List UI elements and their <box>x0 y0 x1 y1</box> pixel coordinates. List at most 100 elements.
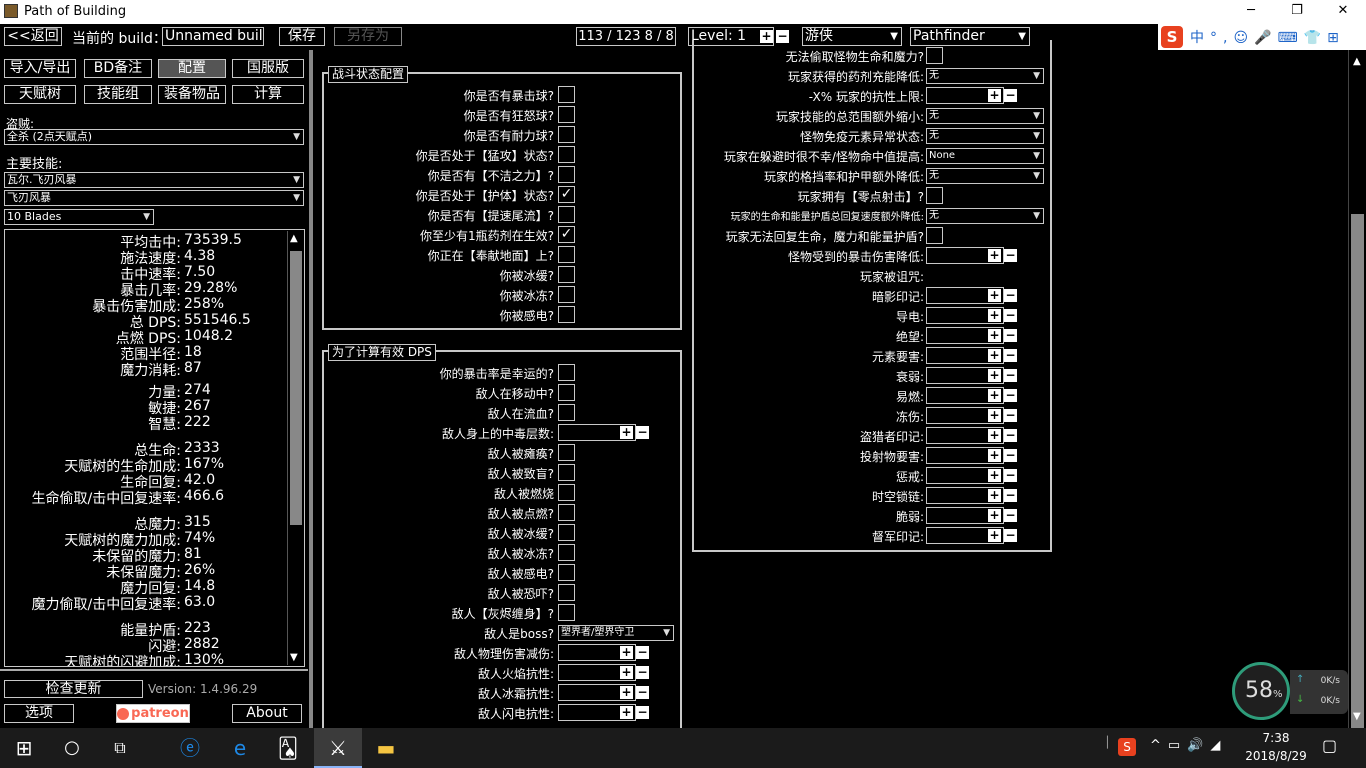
minus-button[interactable]: − <box>636 426 649 439</box>
scroll-thumb[interactable] <box>290 251 302 525</box>
dps-option-checkbox[interactable] <box>558 564 575 581</box>
memory-gauge[interactable]: 58% <box>1232 662 1290 720</box>
plus-button[interactable]: + <box>988 469 1001 482</box>
minus-button[interactable]: − <box>636 666 649 679</box>
options-button[interactable]: 选项 <box>4 704 74 723</box>
plus-button[interactable]: + <box>988 349 1001 362</box>
minus-button[interactable]: − <box>1004 449 1017 462</box>
plus-button[interactable]: + <box>988 409 1001 422</box>
clock-date[interactable]: 2018/8/29 <box>1244 749 1308 763</box>
enemy-option-dropdown[interactable]: 无 ▼ <box>926 108 1044 124</box>
plus-button[interactable]: + <box>988 489 1001 502</box>
file-explorer-icon[interactable]: ▬ <box>362 728 410 768</box>
minus-button[interactable]: − <box>636 706 649 719</box>
plus-button[interactable]: + <box>988 509 1001 522</box>
windows-start-icon[interactable]: ⊞ <box>0 728 48 768</box>
main-scrollbar[interactable]: ▲ ▼ <box>1348 50 1366 728</box>
ime-lang-icon[interactable]: 中 <box>1190 30 1210 46</box>
scroll-up-icon[interactable]: ▲ <box>290 233 298 244</box>
task-view-icon[interactable]: ⧉ <box>96 728 144 768</box>
enemy-option-checkbox[interactable] <box>926 47 943 64</box>
enemy-option-dropdown[interactable]: 无 ▼ <box>926 128 1044 144</box>
dps-option-checkbox[interactable] <box>558 584 575 601</box>
plus-button[interactable]: + <box>620 686 633 699</box>
plus-button[interactable]: + <box>620 426 633 439</box>
ime-voice-icon[interactable]: 🎤 <box>1254 30 1277 46</box>
save-button[interactable]: 保存 <box>279 27 325 46</box>
ie-browser-icon[interactable]: ⓔ <box>166 728 214 768</box>
combat-option-checkbox[interactable] <box>558 166 575 183</box>
close-button[interactable]: ✕ <box>1320 0 1366 24</box>
minus-button[interactable]: − <box>1004 489 1017 502</box>
cards-game-icon[interactable]: 🂡 <box>264 728 312 768</box>
combat-option-checkbox[interactable]: ✓ <box>558 226 575 243</box>
tab-6[interactable]: 装备物品 <box>158 85 226 104</box>
ime-keyboard-icon[interactable]: ⌨ <box>1278 30 1304 46</box>
notification-icon[interactable]: ▢ <box>1322 736 1337 755</box>
dps-option-checkbox[interactable] <box>558 364 575 381</box>
dps-option-checkbox[interactable] <box>558 544 575 561</box>
sub-skill-dropdown[interactable]: 飞刃风暴 ▼ <box>4 190 304 206</box>
minus-button[interactable]: − <box>1004 309 1017 322</box>
tab-7[interactable]: 计算 <box>232 85 304 104</box>
enemy-option-dropdown[interactable]: 无 ▼ <box>926 168 1044 184</box>
combat-option-checkbox[interactable] <box>558 266 575 283</box>
clock-time[interactable]: 7:38 <box>1244 731 1308 745</box>
edge-browser-icon[interactable]: e <box>216 728 264 768</box>
ime-skin-icon[interactable]: 👕 <box>1304 30 1327 46</box>
minus-button[interactable]: − <box>1004 409 1017 422</box>
dps-option-checkbox[interactable] <box>558 464 575 481</box>
minus-button[interactable]: − <box>1004 89 1017 102</box>
ime-menu-icon[interactable]: ⊞ <box>1327 30 1345 46</box>
plus-button[interactable]: + <box>988 429 1001 442</box>
minus-button[interactable]: − <box>636 686 649 699</box>
dps-option-checkbox[interactable] <box>558 384 575 401</box>
about-button[interactable]: About <box>232 704 302 723</box>
plus-button[interactable]: + <box>988 329 1001 342</box>
check-update-button[interactable]: 检查更新 <box>4 680 143 698</box>
combat-option-checkbox[interactable] <box>558 286 575 303</box>
plus-button[interactable]: + <box>620 646 633 659</box>
tab-3[interactable]: 国服版 <box>232 59 304 78</box>
combat-option-checkbox[interactable] <box>558 206 575 223</box>
patreon-button[interactable]: patreon <box>116 704 190 723</box>
minus-button[interactable]: − <box>1004 389 1017 402</box>
build-name-input[interactable]: Unnamed build <box>162 27 264 46</box>
ime-punct-icon[interactable]: °, <box>1210 30 1233 46</box>
tab-2[interactable]: 配置 <box>158 59 226 78</box>
sogou-icon[interactable]: S <box>1161 26 1183 48</box>
dps-option-checkbox[interactable] <box>558 404 575 421</box>
tab-0[interactable]: 导入/导出 <box>4 59 76 78</box>
minus-button[interactable]: − <box>1004 509 1017 522</box>
minus-button[interactable]: − <box>636 646 649 659</box>
scroll-down-icon[interactable]: ▼ <box>290 652 298 663</box>
plus-button[interactable]: + <box>988 529 1001 542</box>
plus-button[interactable]: + <box>988 249 1001 262</box>
plus-button[interactable]: + <box>620 706 633 719</box>
main-scroll-thumb[interactable] <box>1351 214 1364 728</box>
enemy-option-dropdown[interactable]: 无 ▼ <box>926 208 1044 224</box>
minus-button[interactable]: − <box>1004 369 1017 382</box>
skill-part-dropdown[interactable]: 10 Blades ▼ <box>4 209 154 225</box>
combat-option-checkbox[interactable] <box>558 106 575 123</box>
dps-option-checkbox[interactable] <box>558 604 575 621</box>
combat-option-checkbox[interactable]: ✓ <box>558 186 575 203</box>
combat-option-checkbox[interactable] <box>558 306 575 323</box>
minus-button[interactable]: − <box>1004 469 1017 482</box>
scroll-up-icon[interactable]: ▲ <box>1353 56 1361 67</box>
enemy-option-dropdown[interactable]: None ▼ <box>926 148 1044 164</box>
plus-button[interactable]: + <box>620 666 633 679</box>
boss-dropdown[interactable]: 塑界者/塑界守卫 ▼ <box>558 625 674 641</box>
enemy-option-checkbox[interactable] <box>926 227 943 244</box>
plus-button[interactable]: + <box>988 369 1001 382</box>
maximize-button[interactable]: ❐ <box>1274 0 1320 24</box>
plus-button[interactable]: + <box>988 289 1001 302</box>
sogou-tray-icon[interactable]: S <box>1118 738 1136 756</box>
enemy-option-dropdown[interactable]: 无 ▼ <box>926 68 1044 84</box>
ime-icons[interactable]: 中°,☺🎤⌨👕⊞ <box>1190 27 1345 47</box>
back-button[interactable]: <<返回 <box>4 27 62 46</box>
minus-button[interactable]: − <box>1004 529 1017 542</box>
minus-button[interactable]: − <box>1004 289 1017 302</box>
plus-button[interactable]: + <box>988 89 1001 102</box>
combat-option-checkbox[interactable] <box>558 146 575 163</box>
